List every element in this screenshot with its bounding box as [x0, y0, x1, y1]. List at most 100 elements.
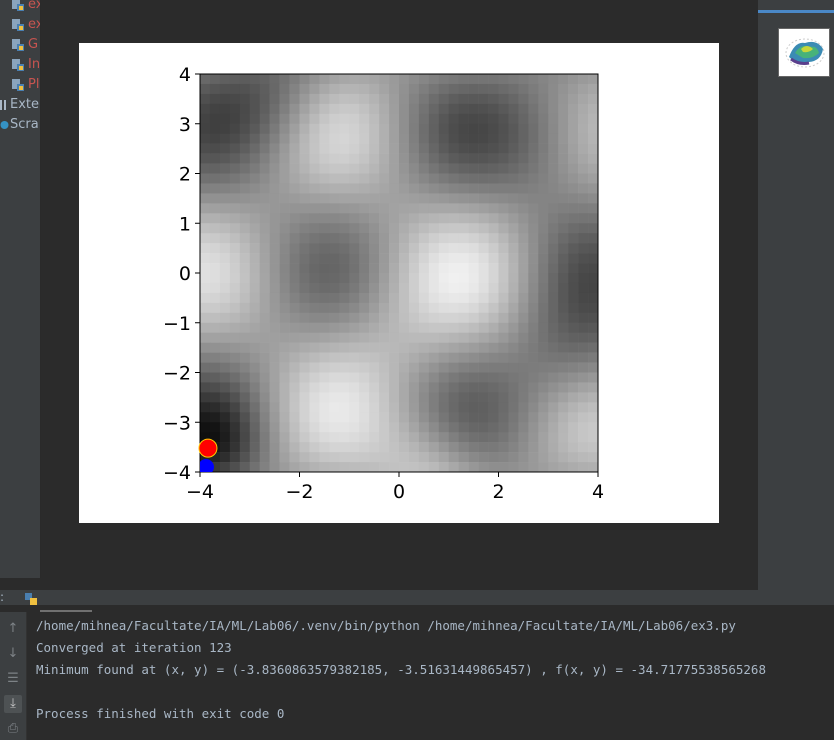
tree-item-file-2[interactable]: ex: [0, 15, 40, 35]
heatmap-cell: [329, 452, 340, 463]
heatmap-cell: [339, 392, 350, 403]
heatmap-cell: [538, 233, 549, 244]
heatmap-cell: [488, 203, 499, 214]
heatmap-cell: [309, 213, 320, 224]
heatmap-cell: [588, 273, 599, 284]
heatmap-cell: [458, 273, 469, 284]
heatmap-cell: [488, 302, 499, 314]
heatmap-cell: [209, 163, 221, 174]
heatmap-cell: [508, 203, 519, 214]
heatmap-cell: [279, 392, 290, 403]
down-arrow-icon[interactable]: ↓: [4, 645, 22, 663]
heatmap-cell: [249, 332, 260, 343]
heatmap-cell: [239, 253, 251, 264]
heatmap-cell: [438, 233, 450, 244]
heatmap-cell: [568, 402, 579, 413]
heatmap-cell: [528, 263, 539, 274]
heatmap-cell: [438, 302, 450, 314]
heatmap-cell: [379, 213, 390, 224]
tree-item-scratches[interactable]: Scra: [0, 115, 40, 135]
heatmap-cell: [428, 292, 440, 304]
up-arrow-icon[interactable]: ↑: [4, 620, 22, 638]
heatmap-cell: [349, 263, 360, 274]
heatmap-cell: [408, 382, 420, 393]
soft-wrap-icon[interactable]: ☰: [4, 670, 22, 688]
heatmap-cell: [219, 422, 231, 433]
heatmap-cell: [359, 442, 370, 453]
heatmap-cell: [279, 432, 290, 443]
heatmap-cell: [478, 402, 489, 413]
heatmap-cell: [478, 312, 489, 324]
heatmap-cell: [329, 312, 340, 324]
tree-item-file-3[interactable]: G: [0, 35, 40, 55]
python-run-icon[interactable]: [24, 592, 38, 606]
plot-thumbnail[interactable]: [778, 28, 830, 77]
scroll-to-end-icon[interactable]: ⤓: [4, 695, 22, 713]
heatmap-cell: [359, 322, 370, 333]
plot-figure: −4 −2 0 2 4 4 3 2 1 0 −1 −2 −3 −4: [79, 43, 719, 523]
heatmap-cell: [289, 183, 300, 194]
heatmap-cell: [329, 382, 340, 393]
heatmap-cell: [528, 133, 539, 144]
print-icon[interactable]: ⎙: [4, 720, 22, 738]
tree-item-file-5[interactable]: Pl: [0, 75, 40, 95]
heatmap-cell: [249, 193, 260, 204]
heatmap-cell: [588, 193, 599, 204]
heatmap-cell: [438, 253, 450, 264]
tree-item-external-libraries[interactable]: Exte: [0, 95, 40, 115]
heatmap-cell: [578, 392, 589, 403]
heatmap-cell: [209, 223, 221, 234]
heatmap-cell: [568, 93, 579, 105]
heatmap-cell: [359, 422, 370, 433]
heatmap-cell: [408, 422, 420, 433]
heatmap-cell: [418, 153, 430, 164]
tree-item-file-1[interactable]: ex: [0, 0, 40, 15]
run-console[interactable]: /home/mihnea/Facultate/IA/ML/Lab06/.venv…: [27, 612, 834, 740]
heatmap-cell: [269, 123, 280, 134]
heatmap-cell: [369, 362, 380, 373]
heatmap-cell: [369, 342, 380, 353]
heatmap-cell: [349, 133, 360, 144]
heatmap-cell: [448, 133, 459, 144]
heatmap-cell: [548, 123, 559, 134]
heatmap-cell: [219, 263, 231, 274]
heatmap-cell: [568, 412, 579, 423]
heatmap-cell: [448, 103, 459, 115]
heatmap-cell: [448, 163, 459, 174]
heatmap-cell: [408, 183, 420, 194]
heatmap-cell: [329, 292, 340, 304]
heatmap-cell: [239, 143, 251, 154]
heatmap-cell: [259, 302, 270, 314]
heatmap-cell: [538, 462, 549, 473]
heatmap-cell: [269, 163, 280, 174]
heatmap-cell: [349, 372, 360, 383]
heatmap-cell: [478, 233, 489, 244]
heatmap-cell: [498, 342, 509, 353]
heatmap-cell: [239, 432, 251, 443]
heatmap-cell: [418, 123, 430, 134]
heatmap-cell: [458, 203, 469, 214]
heatmap-cell: [468, 302, 479, 314]
heatmap-cell: [269, 263, 280, 274]
heatmap-cell: [558, 392, 569, 403]
heatmap-cell: [448, 203, 459, 214]
heatmap-cell: [548, 342, 559, 353]
heatmap-cell: [249, 243, 260, 254]
heatmap-cell: [568, 243, 579, 254]
heatmap-cell: [528, 233, 539, 244]
heatmap-cell: [349, 432, 360, 443]
heatmap-cell: [209, 292, 221, 304]
heatmap-cell: [349, 163, 360, 174]
heatmap-cell: [548, 203, 559, 214]
tree-item-file-4[interactable]: In: [0, 55, 40, 75]
heatmap-cell: [558, 163, 569, 174]
heatmap-cell: [229, 233, 241, 244]
heatmap-cell: [508, 342, 519, 353]
heatmap-cell: [458, 322, 469, 333]
heatmap-cell: [578, 223, 589, 234]
heatmap-cell: [209, 302, 221, 314]
heatmap-cell: [428, 233, 440, 244]
heatmap-cell: [389, 223, 400, 234]
heatmap-cell: [339, 193, 350, 204]
heatmap-cell: [259, 263, 270, 274]
